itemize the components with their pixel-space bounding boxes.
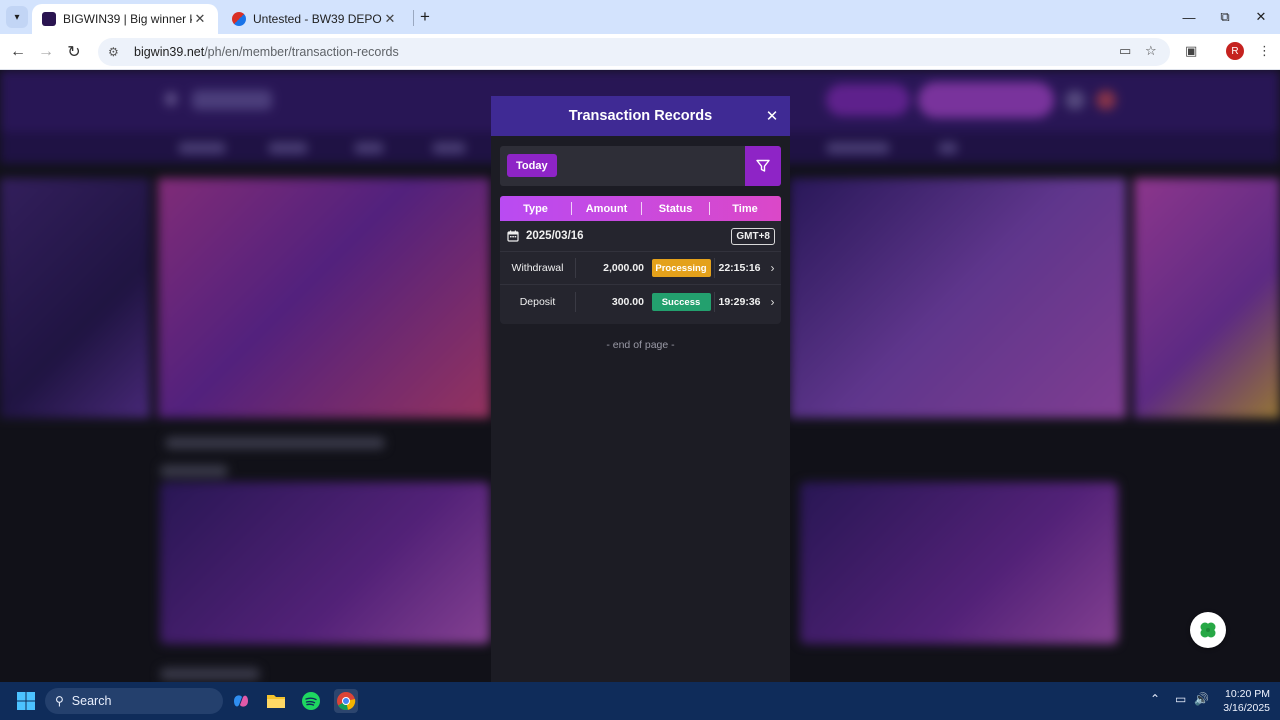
tab-title: BIGWIN39 | Big winner ka dito! (63, 12, 192, 26)
table-row[interactable]: Deposit 300.00 Success 19:29:36 › (500, 285, 781, 319)
taskbar-search[interactable]: ⚲ Search (45, 688, 223, 714)
search-icon: ⚲ (55, 694, 64, 708)
windows-start-icon[interactable] (16, 691, 36, 711)
transaction-records-modal: Transaction Records ✕ Today Type Amount … (491, 96, 790, 682)
chevron-right-icon[interactable]: › (764, 285, 781, 319)
forward-arrow-icon[interactable]: → (34, 40, 58, 64)
browser-menu-icon[interactable]: ⋮ (1258, 43, 1271, 59)
date-group-header: 2025/03/16 GMT+8 (500, 221, 781, 251)
column-type: Type (523, 202, 548, 215)
system-clock[interactable]: 10:20 PM 3/16/2025 (1208, 687, 1270, 715)
network-icon[interactable]: ▭ (1175, 692, 1186, 706)
record-time: 19:29:36 (714, 292, 764, 312)
filter-button[interactable] (745, 146, 781, 186)
column-status: Status (658, 202, 693, 215)
end-of-page-text: - end of page - (606, 339, 675, 351)
modal-header: Transaction Records ✕ (491, 96, 790, 136)
clover-chat-icon (1200, 622, 1216, 638)
live-chat-button[interactable] (1190, 612, 1226, 648)
close-tab-icon[interactable]: ✕ (382, 11, 398, 27)
record-type: Deposit (500, 292, 576, 312)
spotify-icon[interactable] (299, 689, 323, 713)
records-group: 2025/03/16 GMT+8 Withdrawal 2,000.00 Pro… (500, 221, 781, 324)
group-date: 2025/03/16 (526, 230, 584, 242)
minimize-icon[interactable]: — (1174, 6, 1204, 28)
records-table-header: Type Amount Status Time (500, 196, 781, 221)
column-time: Time (732, 202, 758, 215)
browser-tab-bar: ▾ BIGWIN39 | Big winner ka dito! ✕ Untes… (0, 0, 1280, 34)
close-window-icon[interactable]: ✕ (1246, 6, 1276, 28)
funnel-icon (756, 159, 770, 172)
record-time: 22:15:16 (714, 258, 764, 278)
url-path: /ph/en/member/transaction-records (204, 45, 399, 59)
record-type: Withdrawal (500, 258, 576, 278)
clock-time: 10:20 PM (1225, 688, 1270, 700)
restore-icon[interactable]: ⧉ (1210, 6, 1240, 28)
record-amount: 300.00 (611, 296, 644, 308)
today-filter-chip[interactable]: Today (507, 154, 557, 177)
chevron-up-icon[interactable]: ⌃ (1150, 692, 1160, 706)
close-tab-icon[interactable]: ✕ (192, 11, 208, 27)
bigwin39-favicon-icon (42, 12, 56, 26)
copilot-icon[interactable] (229, 689, 253, 713)
install-app-icon[interactable]: ▭ (1119, 43, 1131, 59)
status-badge: Processing (651, 259, 711, 277)
back-arrow-icon[interactable]: ← (6, 40, 30, 64)
extensions-puzzle-icon[interactable]: ▣ (1185, 43, 1197, 59)
date-filter-bar: Today (500, 146, 781, 186)
browser-toolbar: ← → ↻ ⚙ bigwin39.net/ph/en/member/transa… (0, 34, 1280, 70)
record-amount: 2,000.00 (603, 262, 644, 274)
tab-title: Untested - BW39 DEPO 100% 2 (253, 12, 382, 26)
chrome-icon[interactable] (334, 689, 358, 713)
bookmark-star-icon[interactable]: ☆ (1145, 43, 1157, 59)
modal-title: Transaction Records (568, 108, 713, 124)
timezone-badge: GMT+8 (731, 228, 775, 245)
calendar-icon (507, 230, 519, 242)
clock-date: 3/16/2025 (1223, 702, 1270, 714)
record-status-cell: Processing (648, 252, 714, 284)
windows-taskbar: ⚲ Search ⌃ ▭ 🔊 10:20 PM 3/16/2025 (0, 682, 1280, 720)
reload-icon[interactable]: ↻ (62, 40, 86, 64)
untested-favicon-icon (232, 12, 246, 26)
tab-untested[interactable]: Untested - BW39 DEPO 100% 2 ✕ (222, 4, 408, 34)
site-info-icon[interactable]: ⚙ (108, 45, 124, 59)
table-row[interactable]: Withdrawal 2,000.00 Processing 22:15:16 … (500, 251, 781, 285)
tab-bigwin39[interactable]: BIGWIN39 | Big winner ka dito! ✕ (32, 4, 218, 34)
record-status-cell: Success (648, 285, 714, 319)
address-bar[interactable]: ⚙ bigwin39.net/ph/en/member/transaction-… (98, 38, 1170, 66)
status-badge: Success (651, 293, 711, 311)
url-host: bigwin39.net (134, 45, 205, 59)
tab-search-chevron-icon[interactable]: ▾ (6, 6, 28, 28)
column-amount: Amount (585, 202, 628, 215)
volume-icon[interactable]: 🔊 (1194, 692, 1209, 706)
file-explorer-icon[interactable] (264, 689, 288, 713)
close-icon[interactable]: ✕ (762, 106, 782, 126)
chevron-right-icon[interactable]: › (764, 252, 781, 284)
profile-avatar[interactable]: R (1226, 42, 1244, 60)
new-tab-button[interactable]: + (414, 6, 436, 28)
taskbar-search-label: Search (71, 694, 112, 708)
